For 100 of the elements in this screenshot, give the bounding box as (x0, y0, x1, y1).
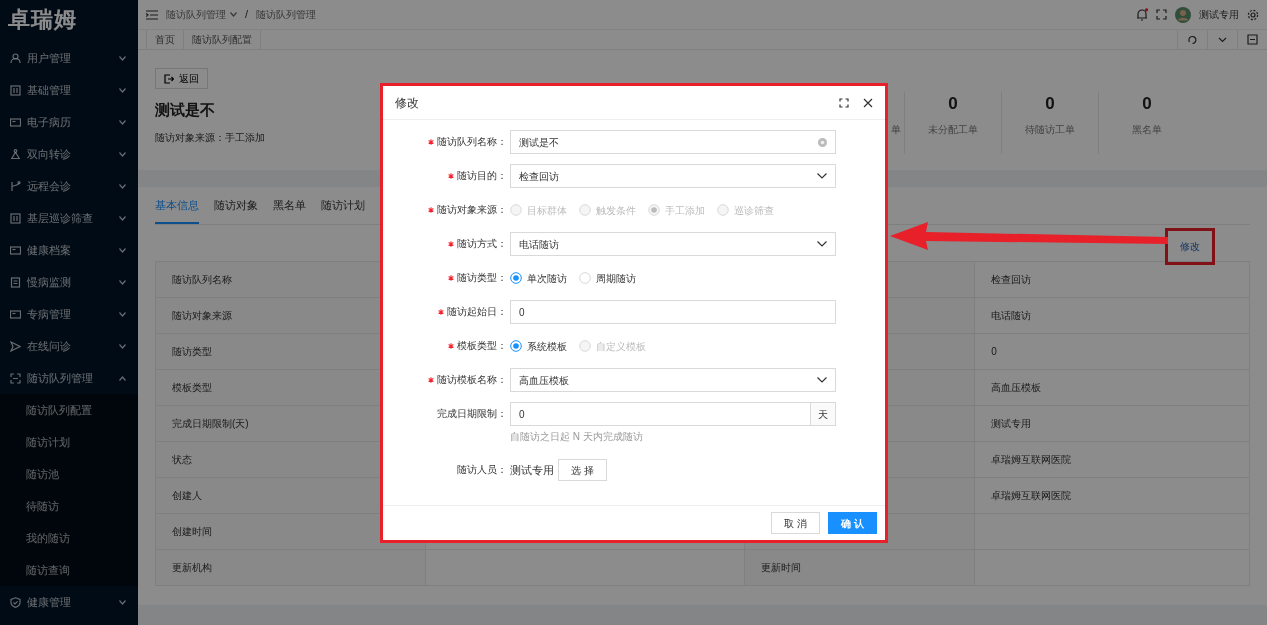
avatar[interactable] (1175, 6, 1191, 23)
user-name[interactable]: 测试专用 (1199, 7, 1239, 22)
sidebar-item[interactable]: 随访队列管理 (0, 362, 138, 394)
source-text: 随访对象来源：手工添加 (155, 130, 265, 145)
stat-label: 黑名单 (1131, 123, 1163, 137)
stat-value: 0 (947, 93, 959, 115)
help-text: 自随访之日起 N 天内完成随访 (510, 430, 644, 444)
stat-label: 待随访工单 (1024, 123, 1076, 137)
sidebar-item[interactable]: 健康管理 (0, 586, 138, 618)
scan-icon (10, 372, 21, 384)
field-label: 随访方式： (457, 237, 507, 251)
bell-icon[interactable] (1136, 8, 1148, 21)
page-tab[interactable]: 首页 (146, 30, 184, 49)
sidebar-subitem[interactable]: 我的随访 (0, 522, 138, 554)
close-icon[interactable] (863, 97, 873, 108)
sidebar-item[interactable]: 在线问诊 (0, 330, 138, 362)
settings-icon[interactable] (1247, 8, 1259, 21)
input-field[interactable]: 0 天 (510, 402, 836, 426)
table-cell: 高血压模板 (974, 369, 1250, 405)
sidebar-subitem[interactable]: 随访队列配置 (0, 394, 138, 426)
sidebar-item[interactable]: 基础管理 (0, 74, 138, 106)
radio-option: 自定义模板 (579, 338, 646, 354)
field-label: 完成日期限制： (437, 407, 507, 421)
back-button[interactable]: 返回 (155, 68, 208, 89)
sidebar-item[interactable]: 电子病历 (0, 106, 138, 138)
sidebar-item[interactable]: 远程会诊 (0, 170, 138, 202)
table-cell: 卓瑞姆互联网医院 (974, 477, 1250, 513)
table-cell: 测试专用 (974, 405, 1250, 441)
sidebar-item[interactable]: 用户管理 (0, 42, 138, 74)
unit-label: 天 (810, 403, 835, 425)
input-field[interactable]: 0 (510, 300, 836, 324)
field-label: 随访类型： (457, 271, 507, 285)
sidebar-item[interactable]: 专病管理 (0, 298, 138, 330)
send-icon (10, 340, 21, 352)
field-label: 随访模板名称： (437, 373, 507, 387)
radio-option[interactable]: 周期随访 (579, 270, 636, 286)
radio-checked[interactable] (510, 272, 522, 284)
sidebar-subitem[interactable]: 随访查询 (0, 554, 138, 586)
sidebar-subitem[interactable]: 待随访 (0, 490, 138, 522)
field-label: 随访起始日： (447, 305, 507, 319)
select-field[interactable]: 检查回访 (510, 164, 836, 188)
chevron-down-icon (817, 377, 827, 383)
stat-label: 未分配工单 (927, 123, 979, 137)
radio-checked[interactable] (510, 340, 522, 352)
network-icon (10, 148, 21, 160)
sidebar-item[interactable]: 健康档案 (0, 234, 138, 266)
radio-unchecked[interactable] (579, 272, 591, 284)
field-label: 随访对象来源： (437, 203, 507, 217)
table-label-cell: 更新机构 (155, 549, 426, 585)
radio-option: 巡诊筛查 (717, 202, 774, 218)
stat-value: 0 (1044, 93, 1056, 115)
tab[interactable]: 随访计划 (321, 197, 365, 224)
sidebar-item[interactable]: 双向转诊 (0, 138, 138, 170)
stat-value: 0 (1141, 93, 1153, 115)
table-cell: 电话随访 (974, 297, 1250, 333)
table-cell: 检查回访 (974, 261, 1250, 297)
card-icon (10, 116, 21, 128)
select-field[interactable]: 高血压模板 (510, 368, 836, 392)
sidebar-item[interactable]: 慢病监测 (0, 266, 138, 298)
input-field[interactable]: 测试是不 (510, 130, 836, 154)
radio-option: 手工添加 (648, 202, 705, 218)
breadcrumb-separator: / (245, 7, 249, 23)
table-label-cell: 更新时间 (744, 549, 975, 585)
cancel-button[interactable]: 取 消 (771, 512, 821, 534)
chevron-down-icon (817, 173, 827, 179)
refresh-icon[interactable] (1187, 34, 1198, 45)
chevron-down-icon (817, 241, 827, 247)
field-label: 随访队列名称： (437, 135, 507, 149)
sidebar-subitem[interactable]: 随访池 (0, 458, 138, 490)
page-title: 测试是不 (155, 100, 215, 120)
radio-option: 触发条件 (579, 202, 636, 218)
maximize-icon[interactable] (839, 97, 849, 108)
grid-icon (10, 84, 21, 96)
field-value: 测试专用 (510, 462, 554, 478)
logo: 卓瑞姆 (7, 6, 77, 34)
document-icon (10, 276, 21, 288)
table-cell: 0 (974, 333, 1250, 369)
page-tab[interactable]: 随访队列配置 (184, 30, 261, 49)
table-cell: 卓瑞姆互联网医院 (974, 441, 1250, 477)
select-field[interactable]: 电话随访 (510, 232, 836, 256)
tab[interactable]: 随访对象 (214, 197, 258, 224)
tab[interactable]: 黑名单 (273, 197, 306, 224)
radio-option[interactable]: 系统模板 (510, 338, 567, 354)
card-icon (10, 308, 21, 320)
field-label: 模板类型： (457, 339, 507, 353)
breadcrumb-item[interactable]: 随访队列管理 (166, 7, 237, 22)
shield-icon (10, 596, 21, 608)
confirm-button[interactable]: 确 认 (828, 512, 877, 534)
edit-link[interactable]: 修改 (1165, 227, 1215, 265)
radio-option[interactable]: 单次随访 (510, 270, 567, 286)
field-label: 随访目的： (457, 169, 507, 183)
menu-icon[interactable] (146, 9, 158, 20)
tab[interactable]: 基本信息 (155, 197, 199, 224)
breadcrumb-item[interactable]: 随访队列管理 (256, 7, 317, 22)
sidebar-item[interactable]: 基层巡诊筛查 (0, 202, 138, 234)
branch-icon (10, 180, 21, 192)
sidebar-subitem[interactable]: 随访计划 (0, 426, 138, 458)
select-button[interactable]: 选 择 (558, 459, 607, 481)
stat-label: 单 (891, 123, 902, 137)
dialog-title: 修改 (395, 94, 420, 112)
